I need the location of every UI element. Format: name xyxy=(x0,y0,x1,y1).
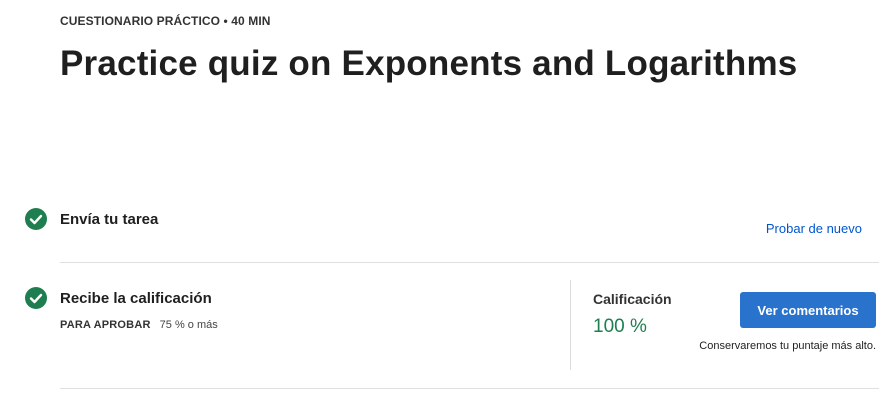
check-circle-icon xyxy=(25,287,47,309)
quiz-results-page: CUESTIONARIO PRÁCTICO • 40 MIN Practice … xyxy=(0,0,894,401)
step-grade-title: Recibe la calificación xyxy=(60,290,212,307)
pass-value: 75 % o más xyxy=(159,319,218,331)
quiz-type-eyebrow: CUESTIONARIO PRÁCTICO • 40 MIN xyxy=(60,14,271,28)
view-feedback-button[interactable]: Ver comentarios xyxy=(740,292,876,328)
divider xyxy=(60,262,879,263)
pass-requirement: PARA APROBAR 75 % o más xyxy=(60,319,218,331)
retry-link[interactable]: Probar de nuevo xyxy=(766,221,862,236)
page-title: Practice quiz on Exponents and Logarithm… xyxy=(60,44,798,83)
check-circle-icon xyxy=(25,208,47,230)
grade-value: 100 % xyxy=(593,316,647,337)
highest-score-note: Conservaremos tu puntaje más alto. xyxy=(699,340,876,352)
grade-label: Calificación xyxy=(593,291,672,307)
vertical-divider xyxy=(570,280,571,370)
step-submit-title: Envía tu tarea xyxy=(60,211,159,228)
divider xyxy=(60,388,879,389)
pass-label: PARA APROBAR xyxy=(60,319,151,331)
